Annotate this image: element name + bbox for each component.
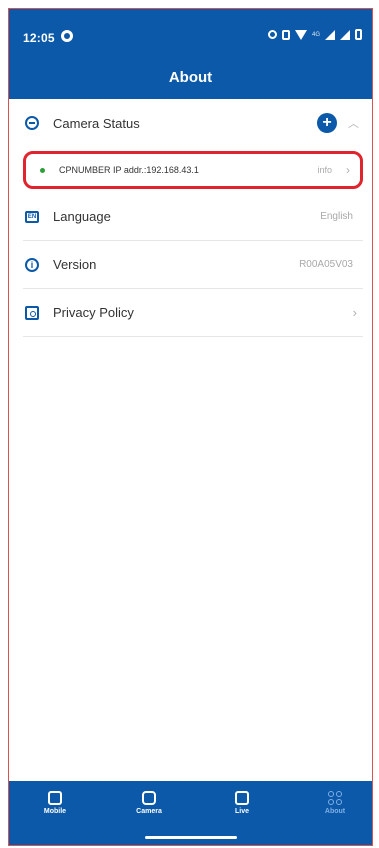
status-icons: 4G	[267, 29, 362, 40]
chevron-up-icon[interactable]: ︿	[348, 115, 359, 131]
nav-camera[interactable]: Camera	[119, 791, 179, 815]
language-value: English	[320, 211, 353, 222]
camera-icon	[142, 791, 156, 805]
nav-about[interactable]: About	[305, 791, 365, 815]
add-camera-button[interactable]: +	[317, 113, 337, 133]
language-row[interactable]: EN Language English	[23, 193, 363, 241]
apps-grid-icon	[328, 791, 342, 805]
version-icon-wrap: i	[23, 257, 41, 272]
camera-ip-text: CPNUMBER IP addr.:192.168.43.1	[59, 165, 199, 175]
version-value: R00A05V03	[299, 259, 353, 270]
nav-mobile[interactable]: Mobile	[25, 791, 85, 815]
network-type: 4G	[311, 31, 320, 38]
privacy-policy-label: Privacy Policy	[53, 305, 134, 320]
camera-status-label: Camera Status	[53, 115, 140, 131]
alarm-icon	[267, 30, 277, 39]
app-frame: 12:05 4G About Camera Status + ︿ CPNUMBE…	[8, 8, 373, 846]
nav-live-label: Live	[234, 808, 249, 815]
minus-circle-icon	[25, 116, 39, 130]
about-list: Camera Status + ︿ CPNUMBER IP addr.:192.…	[23, 99, 363, 337]
skype-notification-icon	[61, 30, 73, 42]
info-icon: i	[25, 257, 39, 272]
signal-icon-2	[340, 29, 350, 40]
nav-camera-label: Camera	[136, 808, 162, 815]
bottom-nav: Mobile Camera Live About	[9, 781, 372, 845]
language-icon-wrap: EN	[23, 210, 41, 223]
mobile-icon	[48, 791, 62, 805]
language-label: Language	[53, 209, 111, 224]
chevron-right-icon: ›	[346, 163, 350, 177]
wifi-icon	[294, 29, 307, 40]
status-time: 12:05	[23, 31, 55, 45]
camera-info-link[interactable]: info	[317, 165, 332, 175]
privacy-icon	[25, 305, 39, 320]
play-icon	[235, 791, 249, 805]
online-status-dot	[40, 167, 45, 173]
version-label: Version	[53, 257, 97, 272]
privacy-icon-wrap	[23, 305, 41, 320]
language-icon: EN	[25, 210, 39, 223]
status-bar: 12:05 4G	[9, 9, 372, 49]
vibrate-icon	[281, 29, 290, 40]
privacy-policy-row[interactable]: Privacy Policy ›	[23, 289, 363, 337]
battery-icon	[355, 29, 362, 40]
camera-status-icon-wrap	[23, 116, 41, 130]
version-row: i Version R00A05V03	[23, 241, 363, 289]
header-bar: 12:05 4G About	[9, 9, 372, 99]
nav-mobile-label: Mobile	[43, 808, 67, 815]
chevron-right-icon: ›	[352, 305, 357, 320]
camera-status-section: Camera Status + ︿	[23, 99, 363, 147]
camera-item[interactable]: CPNUMBER IP addr.:192.168.43.1 info ›	[23, 151, 363, 189]
page-title: About	[168, 69, 213, 86]
signal-icon	[325, 29, 335, 40]
home-indicator[interactable]	[144, 836, 237, 839]
nav-about-label: About	[324, 808, 346, 815]
nav-live[interactable]: Live	[212, 791, 272, 815]
